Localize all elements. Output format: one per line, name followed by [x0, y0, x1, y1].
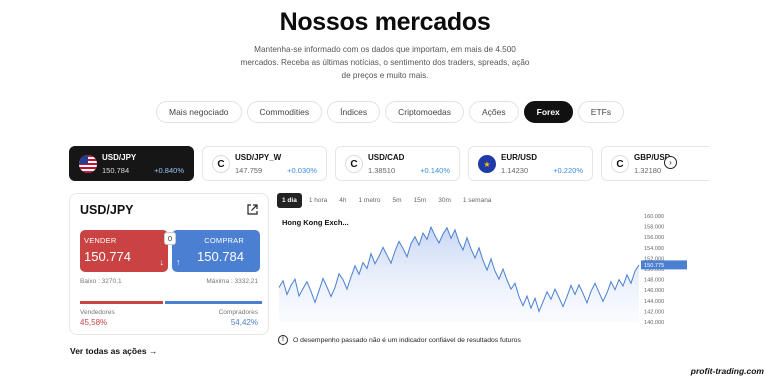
y-tick-label: 160.000	[644, 214, 664, 220]
arrow-down-icon: ↓	[159, 257, 165, 267]
buyers-label: Compradores	[218, 309, 258, 316]
arrow-up-icon: ↑	[176, 257, 181, 267]
ticker-symbol: USD/CAD	[368, 153, 405, 162]
page-subtitle: Mantenha-se informado com os dados que i…	[240, 45, 530, 80]
ticker-card[interactable]: USD/JPY 150.784 +0.840%	[69, 146, 194, 181]
period-15m[interactable]: 15m	[409, 193, 432, 208]
ticker-change: +0.220%	[553, 166, 583, 175]
y-tick-label: 144.000	[644, 299, 664, 305]
ticker-card[interactable]: C GBP/USD 1.32180	[601, 146, 709, 181]
tab-stocks[interactable]: Ações	[469, 101, 519, 123]
info-icon: !	[278, 335, 288, 345]
chart-title: Hong Kong Exch...	[282, 218, 349, 227]
instrument-name: USD/JPY	[80, 203, 134, 217]
period-4h[interactable]: 4h	[334, 193, 351, 208]
ticker-card[interactable]: ★ EUR/USD 1.14230 +0.220%	[468, 146, 593, 181]
ticker-symbol: EUR/USD	[501, 153, 538, 162]
y-tick-label: 148.000	[644, 278, 664, 284]
y-tick-label: 140.000	[644, 320, 664, 326]
ticker-symbol: USD/JPY	[102, 153, 137, 162]
page-title: Nossos mercados	[279, 8, 491, 36]
tab-etfs[interactable]: ETFs	[577, 101, 625, 123]
c-logo-icon: C	[212, 155, 230, 173]
watermark: profit-trading.com	[690, 366, 764, 376]
eu-flag-icon: ★	[478, 155, 496, 173]
us-flag-icon	[79, 155, 97, 173]
disclaimer: ! O desempenho passado não é um indicado…	[278, 335, 521, 345]
next-arrow-icon[interactable]: ›	[664, 156, 677, 169]
tab-commodities[interactable]: Commodities	[246, 101, 323, 123]
tab-crypto[interactable]: Criptomoedas	[385, 101, 465, 123]
ticker-price: 147.759	[235, 166, 263, 175]
ticker-change: +0.140%	[420, 166, 450, 175]
ticker-strip: USD/JPY 150.784 +0.840% C USD/JPY_W 147.…	[69, 146, 709, 182]
ticker-price: 1.14230	[501, 166, 529, 175]
y-tick-label: 146.000	[644, 288, 664, 294]
buy-button[interactable]: COMPRAR 150.784 ↑	[172, 230, 260, 272]
ticker-change: +0.840%	[154, 166, 184, 175]
ticker-price: 1.32180	[634, 166, 662, 175]
sellers-label: Vendedores	[80, 309, 115, 316]
period-1-month[interactable]: 1 metro	[353, 193, 385, 208]
ticker-change: +0.030%	[287, 166, 317, 175]
tab-most-traded[interactable]: Mais negociado	[156, 101, 242, 123]
y-tick-label: 154.000	[644, 246, 664, 252]
disclaimer-text: O desempenho passado não é um indicador …	[293, 336, 521, 344]
buy-price: 150.784	[197, 249, 244, 264]
y-tick-label: 156.000	[644, 235, 664, 241]
y-tick-label: 158.000	[644, 225, 664, 231]
tab-indices[interactable]: Índices	[327, 101, 381, 123]
period-selector: 1 dia 1 hora 4h 1 metro 5m 15m 30m 1 sem…	[277, 193, 496, 208]
y-tick-label: 142.000	[644, 309, 664, 315]
c-logo-icon: C	[611, 155, 629, 173]
period-30m[interactable]: 30m	[433, 193, 456, 208]
current-value-label: 150.775	[644, 263, 664, 269]
low-value: Baixo : 3270,1	[80, 278, 122, 285]
sell-label: VENDER	[84, 236, 117, 245]
ticker-price: 1.38510	[368, 166, 396, 175]
sentiment-bar	[80, 301, 262, 304]
ticker-price: 150.784	[102, 166, 130, 175]
sell-button[interactable]: VENDER 150.774 ↓	[80, 230, 168, 272]
buyers-bar	[164, 301, 262, 304]
ticker-symbol: USD/JPY_W	[235, 153, 282, 162]
spread-badge: 0	[164, 232, 176, 245]
market-tabs: Mais negociado Commodities Índices Cript…	[156, 101, 625, 123]
period-1-hour[interactable]: 1 hora	[304, 193, 332, 208]
c-logo-icon: C	[345, 155, 363, 173]
instrument-panel: USD/JPY VENDER 150.774 ↓ 0 COMPRAR 150.7…	[69, 193, 269, 335]
sellers-bar	[80, 301, 163, 304]
see-all-stocks-link[interactable]: Ver todas as ações →	[70, 346, 157, 356]
buyers-percent: 54,42%	[230, 318, 258, 327]
ticker-card[interactable]: C USD/CAD 1.38510 +0.140%	[335, 146, 460, 181]
sell-price: 150.774	[84, 249, 131, 264]
external-link-icon[interactable]	[246, 203, 259, 216]
period-1-day[interactable]: 1 dia	[277, 193, 302, 208]
ticker-card[interactable]: C USD/JPY_W 147.759 +0.030%	[202, 146, 327, 181]
period-1-week[interactable]: 1 semana	[458, 193, 497, 208]
buy-label: COMPRAR	[204, 236, 244, 245]
period-5m[interactable]: 5m	[388, 193, 407, 208]
tab-forex[interactable]: Forex	[523, 101, 573, 123]
sellers-percent: 45,58%	[80, 318, 108, 327]
high-value: Máxima : 3332,21	[206, 278, 258, 285]
